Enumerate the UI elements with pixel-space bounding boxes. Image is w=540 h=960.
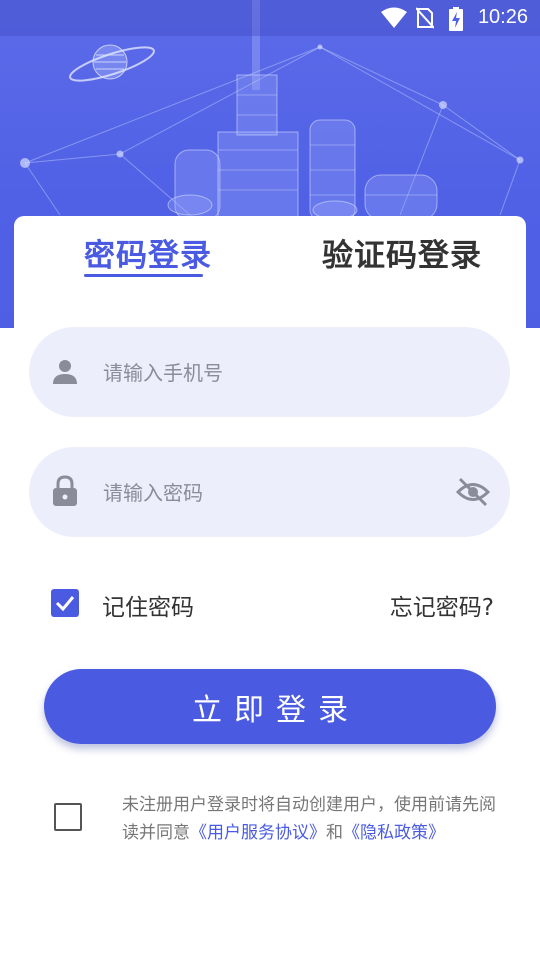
active-tab-indicator bbox=[84, 274, 203, 277]
wifi-icon bbox=[381, 7, 407, 28]
eye-off-icon[interactable] bbox=[456, 477, 490, 507]
agreement-text: 未注册用户登录时将自动创建用户，使用前请先阅读并同意《用户服务协议》和《隐私政策… bbox=[122, 791, 507, 847]
password-field[interactable] bbox=[29, 447, 510, 537]
status-time: 10:26 bbox=[477, 6, 528, 28]
forgot-password-link[interactable]: 忘记密码? bbox=[390, 588, 494, 622]
login-tab-card: 密码登录 验证码登录 bbox=[14, 216, 526, 336]
status-bar: 10:26 bbox=[0, 0, 540, 36]
password-input[interactable] bbox=[101, 471, 445, 515]
no-sim-icon bbox=[416, 7, 434, 29]
lock-icon bbox=[53, 475, 77, 506]
user-agreement-link[interactable]: 《用户服务协议》 bbox=[190, 823, 326, 843]
remember-checkbox[interactable] bbox=[51, 589, 79, 617]
agreement-and: 和 bbox=[326, 823, 343, 843]
login-button[interactable]: 立即登录 bbox=[44, 669, 496, 744]
privacy-policy-link[interactable]: 《隐私政策》 bbox=[343, 823, 445, 843]
tab-password-login[interactable]: 密码登录 bbox=[84, 230, 212, 275]
checkmark-icon bbox=[55, 596, 75, 612]
tab-sms-login[interactable]: 验证码登录 bbox=[322, 230, 482, 275]
battery-charging-icon bbox=[449, 7, 463, 31]
phone-field[interactable] bbox=[29, 327, 510, 417]
remember-label[interactable]: 记住密码 bbox=[102, 588, 194, 622]
phone-input[interactable] bbox=[101, 351, 445, 395]
person-icon bbox=[53, 360, 77, 384]
agreement-checkbox[interactable] bbox=[54, 803, 82, 831]
